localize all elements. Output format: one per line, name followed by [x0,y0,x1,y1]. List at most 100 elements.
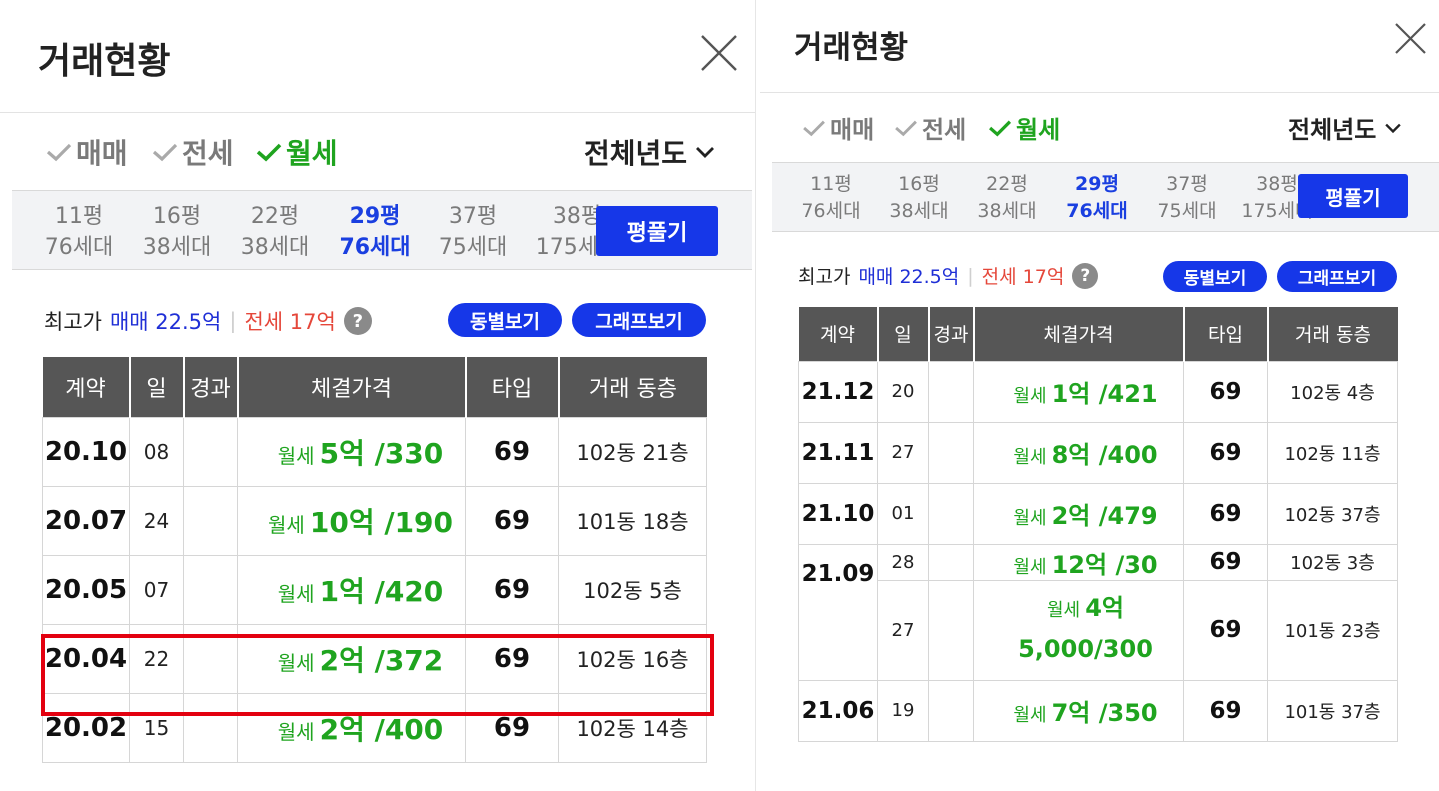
max-sale-price: 매매 22.5억 [858,266,960,288]
cell-elapsed [928,421,974,484]
col-location[interactable]: 거래 동층 [1266,307,1398,361]
size-tab-29[interactable]: 29평 76세대 [1058,171,1136,225]
deal-kind: 월세 [277,443,315,468]
size-tab-22[interactable]: 22평 38세대 [968,171,1046,225]
cell-elapsed [928,679,974,742]
table-row[interactable]: 20.10 08 월세 5억 /330 69 102동 21층 [42,416,707,487]
col-elapsed[interactable]: 경과 [927,307,974,361]
col-type[interactable]: 타입 [1182,307,1268,361]
deal-kind: 월세 [1047,600,1081,621]
check-icon [802,119,826,137]
filter-sale[interactable]: 매매 [802,110,874,145]
filter-label: 매매 [76,137,128,170]
cell-contract-month: 20.07 [42,485,130,556]
col-price[interactable]: 체결가격 [236,357,466,417]
max-price-row: 최고가 매매 22.5억 | 전세 17억 ? [44,306,372,336]
col-location[interactable]: 거래 동층 [557,357,707,417]
size-households: 38세대 [977,200,1037,222]
dong-view-button[interactable]: 동별보기 [1163,261,1267,292]
deal-kind: 월세 [277,650,315,675]
chevron-down-icon [695,145,715,159]
table-row[interactable]: 21.10 01 월세 2억 /479 69 102동 37층 [798,482,1398,545]
table-row[interactable]: 21.06 19 월세 7억 /350 69 101동 37층 [798,679,1398,742]
transaction-panel-left: 거래현황 매매 전세 월세 전체년도 11평 76세대 16평 38세대 22평 38… [0,0,756,791]
size-tab-16[interactable]: 16평 38세대 [132,201,222,263]
size-tab-16[interactable]: 16평 38세대 [880,171,958,225]
pyeong-unfold-button[interactable]: 평풀기 [1298,174,1408,218]
size-households: 75세대 [1157,200,1217,222]
chevron-down-icon [1384,122,1402,134]
help-icon[interactable]: ? [343,307,372,335]
header-divider [0,112,755,113]
pyeong-unfold-button[interactable]: 평풀기 [596,206,718,256]
cell-elapsed [928,482,974,545]
size-tab-11[interactable]: 11평 76세대 [792,171,870,225]
table-row[interactable]: 21.12 20 월세 1억 /421 69 102동 4층 [798,360,1398,423]
cell-elapsed [183,623,238,694]
deal-kind: 월세 [1013,705,1047,726]
table-row[interactable]: 20.02 15 월세 2억 /400 69 102동 14층 [42,692,707,763]
col-contract[interactable]: 계약 [42,357,130,417]
size-households: 38세대 [889,200,949,222]
cell-day: 07 [129,554,184,625]
close-icon[interactable] [700,34,738,72]
size-households: 75세대 [438,235,508,260]
cell-elapsed [183,416,238,487]
cell-location: 102동 21층 [558,416,707,487]
size-pyeong: 37평 [448,204,498,229]
dong-view-button[interactable]: 동별보기 [448,303,562,337]
cell-contract-month: 20.04 [42,623,130,694]
table-row[interactable]: 20.05 07 월세 1억 /420 69 102동 5층 [42,554,707,625]
help-icon[interactable]: ? [1072,262,1099,289]
table-row[interactable]: 21.09 28 월세 12억 /30 69 102동 3층 [798,543,1398,681]
cell-elapsed [183,485,238,556]
filter-monthly-rent[interactable]: 월세 [256,132,338,172]
size-tab-37[interactable]: 37평 75세대 [428,201,518,263]
close-icon[interactable] [1394,22,1427,55]
graph-view-button[interactable]: 그래프보기 [572,303,706,337]
filter-label: 매매 [830,116,875,144]
filter-jeonse[interactable]: 전세 [152,132,234,172]
size-tab-11[interactable]: 11평 76세대 [34,201,124,263]
transaction-table: 계약 일 경과 체결가격 타입 거래 동층 20.10 08 월세 5억 /33… [42,357,707,763]
col-price[interactable]: 체결가격 [972,307,1184,361]
year-select[interactable]: 전체년도 [584,132,715,172]
filter-jeonse[interactable]: 전세 [894,110,966,145]
size-households: 38세대 [240,235,310,260]
size-tab-37[interactable]: 37평 75세대 [1148,171,1226,225]
year-select-label: 전체년도 [1288,116,1377,144]
col-contract[interactable]: 계약 [798,307,878,361]
deal-kind: 월세 [1013,556,1047,578]
graph-view-button[interactable]: 그래프보기 [1277,261,1397,292]
col-type[interactable]: 타입 [464,357,559,417]
col-day[interactable]: 일 [876,307,929,361]
size-households: 76세대 [801,200,861,222]
filter-monthly-rent[interactable]: 월세 [988,110,1060,145]
deal-kind: 월세 [1013,447,1047,468]
table-row[interactable]: 27 월세 4억 5,000/300 69 101동 23층 [799,579,1398,681]
cell-contract-month: 21.06 [798,679,878,742]
size-tab-29[interactable]: 29평 76세대 [330,201,420,263]
deal-amount: 2억 /400 [319,712,444,746]
filter-sale[interactable]: 매매 [46,132,128,172]
col-elapsed[interactable]: 경과 [182,357,238,417]
year-select[interactable]: 전체년도 [1288,110,1402,145]
table-row[interactable]: 21.11 27 월세 8억 /400 69 102동 11층 [798,421,1398,484]
col-day[interactable]: 일 [128,357,184,417]
table-row-highlighted[interactable]: 20.04 22 월세 2억 /372 69 102동 16층 [42,623,707,694]
cell-type: 69 [1183,579,1268,681]
deal-kind: 월세 [277,581,315,606]
deal-kind: 월세 [277,719,315,744]
size-tab-22[interactable]: 22평 38세대 [230,201,320,263]
table-row[interactable]: 20.07 24 월세 10억 /190 69 101동 18층 [42,485,707,556]
cell-contract-month: 20.05 [42,554,130,625]
cell-elapsed [928,543,974,581]
deal-amount: 1억 /420 [319,574,444,608]
deal-kind: 월세 [1013,508,1047,529]
deal-amount-continued: 5,000/300 [1018,635,1153,663]
cell-elapsed [183,692,238,763]
panel-title: 거래현황 [794,30,909,66]
cell-type: 69 [1183,421,1268,484]
cell-type: 69 [1183,360,1268,423]
cell-day: 08 [129,416,184,487]
